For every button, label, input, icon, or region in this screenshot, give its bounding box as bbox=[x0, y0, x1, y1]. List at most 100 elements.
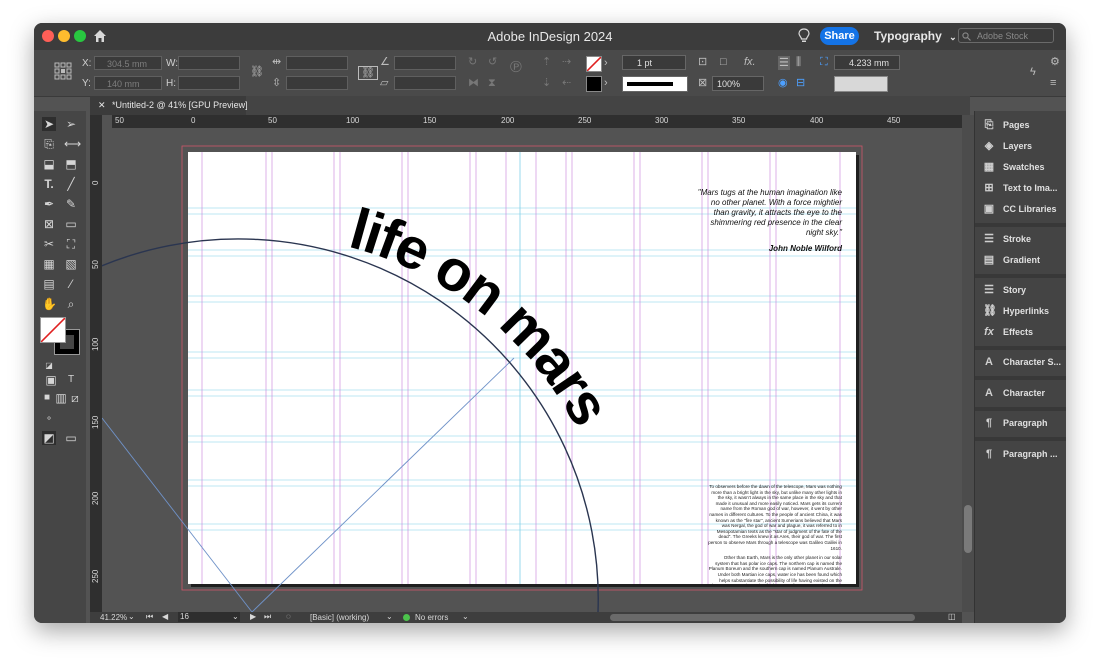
panel-hyperlinks[interactable]: ⛓ Hyperlinks bbox=[975, 301, 1066, 322]
adobe-stock-search-input[interactable]: Adobe Stock bbox=[958, 28, 1054, 43]
close-tab-icon[interactable]: ✕ bbox=[98, 96, 106, 115]
gap-tool-icon[interactable]: ⟷ bbox=[64, 137, 81, 151]
panel-cc-libraries[interactable]: ▣ CC Libraries bbox=[975, 199, 1066, 220]
vertical-scroll-thumb[interactable] bbox=[964, 505, 972, 553]
document-tab[interactable]: ✕ *Untitled-2 @ 41% [GPU Preview] bbox=[90, 96, 248, 115]
last-page-icon[interactable]: ⏭ bbox=[264, 612, 271, 622]
vertical-ruler[interactable]: 0 50 100 150 200 250 bbox=[90, 115, 102, 612]
zoom-tool-icon[interactable]: ⌕ bbox=[64, 297, 78, 311]
panel-character-styles[interactable]: A Character S... bbox=[975, 352, 1066, 373]
first-page-icon[interactable]: ⏮ bbox=[146, 612, 153, 622]
select-previous-icon[interactable]: ⇢ bbox=[562, 56, 571, 68]
lightning-icon[interactable]: ϟ bbox=[1030, 66, 1036, 78]
scale-x-field[interactable] bbox=[286, 56, 348, 70]
formatting-container-icon[interactable]: ▣ bbox=[44, 373, 58, 387]
apply-gradient-icon[interactable]: ▥ bbox=[54, 391, 68, 405]
frame-fitting-icon[interactable]: ⊡ bbox=[698, 56, 707, 68]
panel-text-to-image[interactable]: ⊞ Text to Ima... bbox=[975, 178, 1066, 199]
content-placer-icon[interactable]: ⬒ bbox=[64, 157, 78, 171]
content-collector-icon[interactable]: ⬓ bbox=[42, 157, 56, 171]
align-left-icon[interactable]: ☰ bbox=[778, 56, 790, 70]
zoom-chevron-icon[interactable]: ⌄ bbox=[128, 612, 135, 621]
pen-tool-icon[interactable]: ✒ bbox=[42, 197, 56, 211]
stroke-type-dropdown[interactable] bbox=[622, 76, 688, 92]
default-fill-stroke-icon[interactable]: ◪ bbox=[42, 359, 56, 373]
shear-field[interactable] bbox=[394, 76, 456, 90]
rotation-field[interactable] bbox=[394, 56, 456, 70]
panel-swatches[interactable]: ▦ Swatches bbox=[975, 157, 1066, 178]
formatting-text-icon[interactable]: T bbox=[64, 373, 78, 387]
gutter-field[interactable]: 4.233 mm bbox=[834, 55, 900, 70]
share-button[interactable]: Share bbox=[820, 27, 859, 45]
stroke-swatch[interactable] bbox=[586, 76, 602, 92]
apply-none-icon[interactable]: ⧄ bbox=[68, 391, 82, 405]
panel-layers[interactable]: ◈ Layers bbox=[975, 136, 1066, 157]
page-number-field[interactable]: 16 bbox=[178, 612, 240, 622]
screen-mode-icon[interactable]: ▭ bbox=[64, 431, 78, 445]
gradient-swatch-tool-icon[interactable]: ▦ bbox=[42, 257, 56, 271]
selection-tool-icon[interactable]: ➤ bbox=[42, 117, 56, 131]
panel-pages[interactable]: ⎘ Pages bbox=[975, 115, 1066, 136]
workspace-switcher[interactable]: Typography ⌄ bbox=[874, 29, 957, 43]
rectangle-frame-tool-icon[interactable]: ⊠ bbox=[42, 217, 56, 231]
lightbulb-icon[interactable] bbox=[798, 28, 810, 44]
style-chevron-icon[interactable]: ⌄ bbox=[386, 612, 393, 621]
panel-stroke[interactable]: ☰ Stroke bbox=[975, 229, 1066, 250]
select-content-icon[interactable]: ⇣ bbox=[542, 77, 551, 89]
height-field[interactable] bbox=[178, 76, 240, 90]
panel-menu-icon[interactable]: ≡ bbox=[1050, 77, 1056, 89]
normal-view-icon[interactable]: ◩ bbox=[42, 431, 56, 445]
body-text-frame[interactable]: To observers before the dawn of the tele… bbox=[708, 484, 842, 584]
pencil-tool-icon[interactable]: ✎ bbox=[64, 197, 78, 211]
rotate-ccw-icon[interactable]: ↺ bbox=[488, 56, 497, 68]
pasteboard[interactable]: life on mars "Mars tugs at the human ima… bbox=[102, 128, 962, 612]
y-position-field[interactable]: 140 mm bbox=[94, 76, 162, 90]
auto-fit-icon[interactable]: ⛶ bbox=[820, 56, 828, 68]
select-container-icon[interactable]: ⇡ bbox=[542, 56, 551, 68]
horizontal-ruler[interactable]: 50 0 50 100 150 200 250 300 350 400 450 bbox=[112, 115, 962, 128]
scale-y-field[interactable] bbox=[286, 76, 348, 90]
panel-toggle-icon[interactable]: ◫ bbox=[948, 612, 956, 621]
x-position-field[interactable]: 304.5 mm bbox=[94, 56, 162, 70]
flip-horizontal-icon[interactable]: ⧓ bbox=[468, 77, 479, 89]
style-status[interactable]: [Basic] (working) bbox=[310, 613, 369, 622]
horizontal-scroll-thumb[interactable] bbox=[610, 614, 915, 621]
opacity-field[interactable]: 100% bbox=[712, 76, 764, 91]
text-wrap-icon[interactable]: ◉ bbox=[778, 77, 788, 89]
rectangle-tool-icon[interactable]: ▭ bbox=[64, 217, 78, 231]
hand-tool-icon[interactable]: ✋ bbox=[42, 297, 57, 311]
apply-color-icon[interactable]: ■ bbox=[40, 391, 54, 405]
fill-stroke-swatches[interactable] bbox=[40, 317, 80, 357]
preflight-chevron-icon[interactable]: ⌄ bbox=[462, 612, 469, 621]
fill-menu-icon[interactable]: › bbox=[604, 57, 608, 69]
eyedropper-tool-icon[interactable]: ⁄ bbox=[64, 277, 78, 291]
panel-paragraph[interactable]: ¶ Paragraph bbox=[975, 413, 1066, 434]
quote-frame[interactable]: "Mars tugs at the human imagination like… bbox=[694, 188, 842, 254]
page-tool-icon[interactable]: ⎘ bbox=[42, 137, 56, 151]
reference-point-icon[interactable] bbox=[54, 62, 72, 80]
free-transform-tool-icon[interactable]: ⛶ bbox=[64, 237, 78, 251]
panel-gradient[interactable]: ▤ Gradient bbox=[975, 250, 1066, 271]
direct-selection-tool-icon[interactable]: ➢ bbox=[64, 117, 78, 131]
vertical-scrollbar[interactable] bbox=[962, 115, 974, 612]
content-aware-icon[interactable]: ⊟ bbox=[796, 77, 805, 89]
panel-settings-icon[interactable]: ⚙ bbox=[1050, 56, 1060, 68]
effects-fx-icon[interactable]: fx. bbox=[744, 56, 756, 68]
select-next-icon[interactable]: ⇠ bbox=[562, 77, 571, 89]
columns-icon[interactable]: ⫼ bbox=[796, 56, 801, 68]
rotate-cw-icon[interactable]: ↻ bbox=[468, 56, 477, 68]
stroke-menu-icon[interactable]: › bbox=[604, 77, 608, 89]
fit-content-icon[interactable]: □ bbox=[720, 56, 727, 68]
type-tool-icon[interactable]: T. bbox=[42, 177, 56, 191]
note-tool-icon[interactable]: ▤ bbox=[42, 277, 56, 291]
line-tool-icon[interactable]: ╱ bbox=[64, 177, 78, 191]
object-style-dropdown[interactable] bbox=[834, 76, 888, 92]
flip-vertical-icon[interactable]: ⧗ bbox=[488, 77, 496, 89]
scale-lock-icon[interactable]: ⛓ bbox=[358, 66, 378, 80]
zoom-level[interactable]: 41.22% bbox=[100, 613, 127, 622]
scissors-tool-icon[interactable]: ✂ bbox=[42, 237, 56, 251]
view-options-icon[interactable]: ⚬ bbox=[42, 411, 56, 425]
stroke-weight-field[interactable]: 1 pt bbox=[622, 55, 686, 70]
path-type-icon[interactable]: ℗ bbox=[510, 60, 522, 76]
panel-paragraph-styles[interactable]: ¶ Paragraph ... bbox=[975, 444, 1066, 465]
